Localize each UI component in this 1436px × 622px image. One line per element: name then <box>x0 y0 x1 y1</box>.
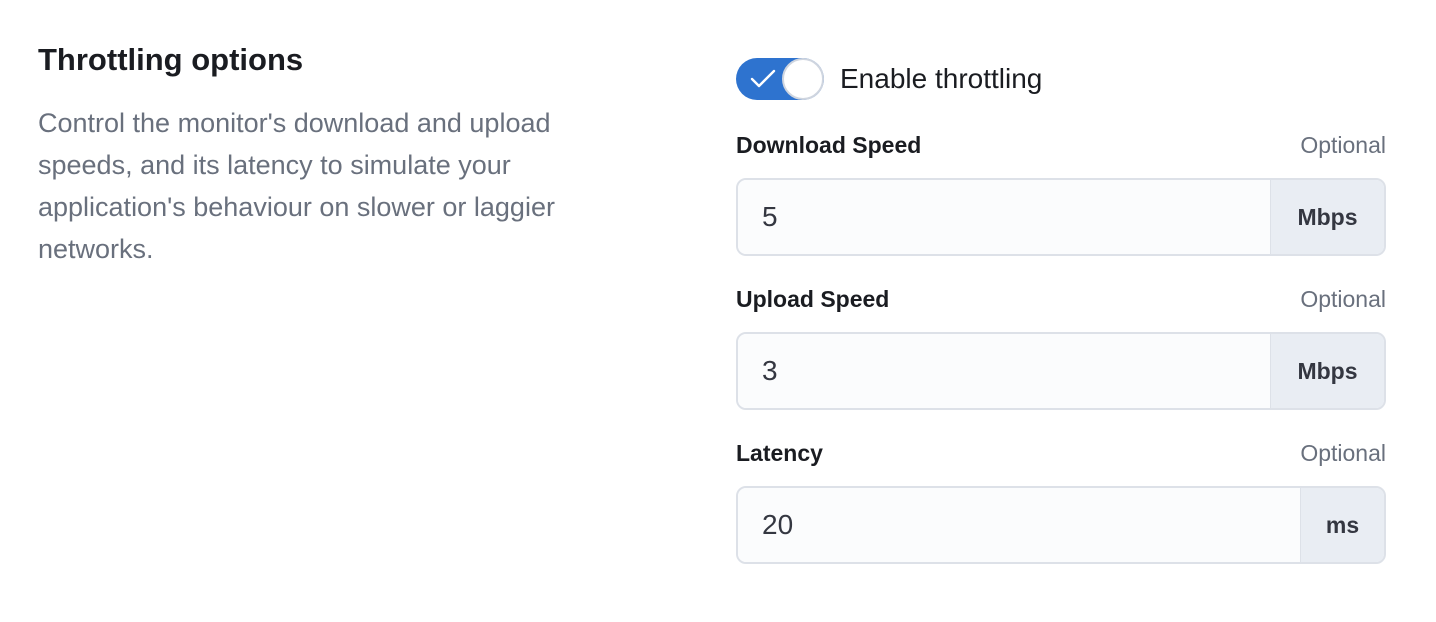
section-description: Control the monitor's download and uploa… <box>38 108 555 264</box>
enable-throttling-switch[interactable] <box>736 58 824 100</box>
section-description-panel: Throttling options Control the monitor's… <box>38 40 638 270</box>
switch-knob <box>782 58 824 100</box>
enable-throttling-row: Enable throttling <box>736 56 1386 102</box>
latency-optional-hint: Optional <box>1300 440 1386 466</box>
download-speed-input-group: Mbps <box>736 178 1386 256</box>
upload-speed-input[interactable] <box>738 334 1270 408</box>
download-speed-optional-hint: Optional <box>1300 132 1386 158</box>
latency-label: Latency <box>736 440 823 466</box>
upload-speed-unit: Mbps <box>1270 334 1384 408</box>
throttling-form: Enable throttling Download Speed Optiona… <box>736 56 1386 564</box>
download-speed-unit: Mbps <box>1270 180 1384 254</box>
check-icon <box>750 69 776 88</box>
latency-field: Latency Optional ms <box>736 440 1386 564</box>
download-speed-label: Download Speed <box>736 132 922 158</box>
upload-speed-optional-hint: Optional <box>1300 286 1386 312</box>
download-speed-input[interactable] <box>738 180 1270 254</box>
latency-input-group: ms <box>736 486 1386 564</box>
section-title: Throttling options <box>38 42 304 77</box>
download-speed-field: Download Speed Optional Mbps <box>736 132 1386 256</box>
upload-speed-input-group: Mbps <box>736 332 1386 410</box>
latency-unit: ms <box>1300 488 1384 562</box>
enable-throttling-label[interactable]: Enable throttling <box>840 63 1042 95</box>
upload-speed-label: Upload Speed <box>736 286 890 312</box>
upload-speed-field: Upload Speed Optional Mbps <box>736 286 1386 410</box>
latency-input[interactable] <box>738 488 1300 562</box>
